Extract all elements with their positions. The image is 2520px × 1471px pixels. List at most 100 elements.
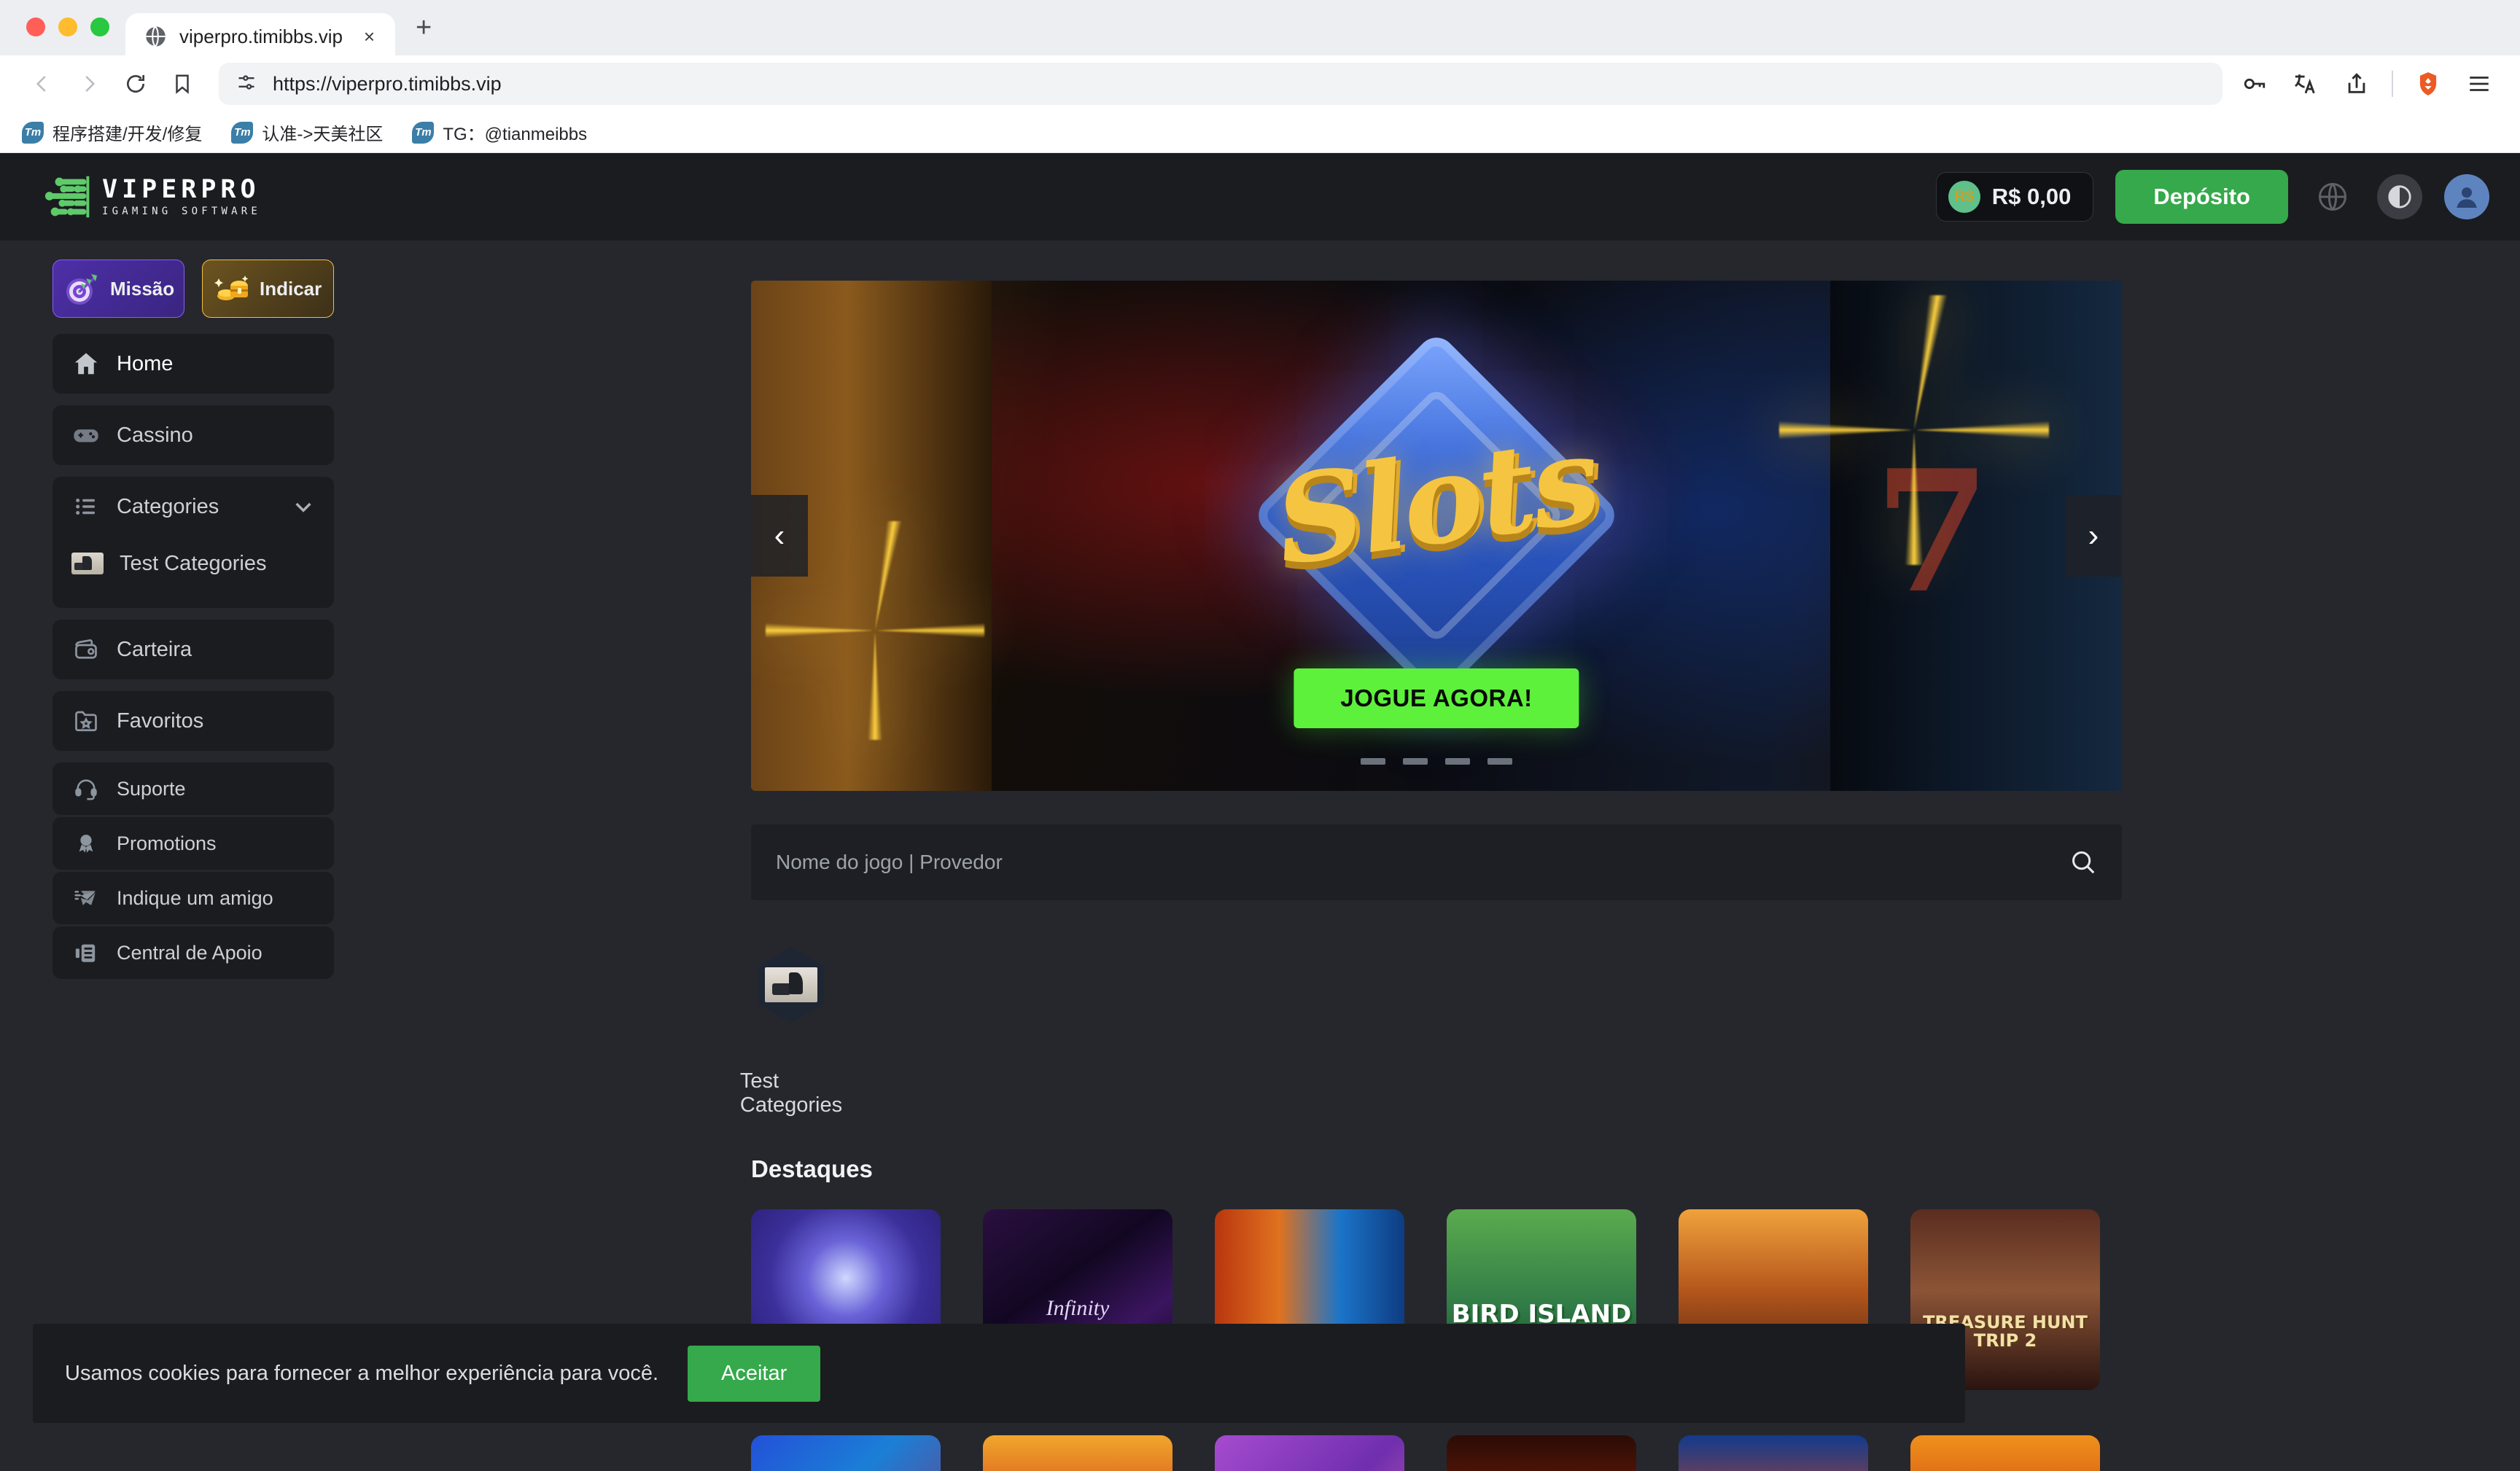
game-card[interactable]: RETURN — [1910, 1435, 2100, 1471]
theme-toggle-icon[interactable] — [2377, 174, 2422, 219]
logo-wordmark: VIPERPRO — [102, 174, 260, 204]
jogue-agora-button[interactable]: JOGUE AGORA! — [1294, 668, 1579, 728]
carousel-dot[interactable] — [1403, 758, 1428, 765]
sidebar-item-suporte[interactable]: Suporte — [52, 762, 334, 815]
maximize-window-button[interactable] — [90, 17, 109, 36]
carousel-next-button[interactable]: › — [2065, 495, 2122, 577]
sidebar-item-test-categories[interactable]: Test Categories — [71, 541, 315, 586]
balance-pill[interactable]: R$ R$ 0,00 — [1935, 172, 2094, 222]
game-card[interactable]: CAI SHEN DAO — [983, 1435, 1172, 1471]
site-settings-icon[interactable] — [236, 72, 257, 96]
search-input[interactable] — [776, 851, 2069, 874]
share-icon[interactable] — [2341, 68, 2373, 100]
categories-accordion: Categories Test Categories — [52, 477, 334, 608]
carousel-dot[interactable] — [1361, 758, 1385, 765]
treasure-chest-icon — [211, 268, 252, 309]
user-avatar-icon[interactable] — [2444, 174, 2489, 219]
sidebar-item-label: Test Categories — [120, 551, 267, 575]
globe-icon[interactable] — [2310, 174, 2355, 219]
bookmark-favicon-icon: Tm — [231, 121, 254, 144]
envelope-send-icon — [71, 883, 101, 913]
header-actions: R$ R$ 0,00 Depósito — [1935, 170, 2489, 224]
mission-button[interactable]: Missão — [52, 260, 184, 318]
star-burst-icon — [1779, 295, 2049, 565]
category-thumbnail-icon — [71, 553, 104, 574]
sidebar-item-label: Promotions — [117, 832, 217, 854]
wallet-icon — [71, 635, 101, 664]
search-icon[interactable] — [2069, 848, 2097, 876]
sidebar-item-label: Carteira — [117, 637, 192, 661]
list-icon — [71, 492, 101, 521]
game-card[interactable]: ULTRA BURN — [1447, 1435, 1636, 1471]
forward-icon[interactable] — [69, 63, 109, 104]
currency-coin-icon: R$ — [1948, 181, 1980, 213]
game-card[interactable] — [751, 1435, 941, 1471]
game-search-bar[interactable] — [751, 824, 2122, 900]
category-hex-badge — [758, 947, 824, 1023]
bookmark-item[interactable]: Tm TG：@tianmeibbs — [412, 120, 587, 145]
bookmark-favicon-icon: Tm — [412, 121, 435, 144]
sidebar-group-categories: Categories Test Categories — [29, 477, 357, 608]
hamburger-menu-icon[interactable] — [2463, 68, 2495, 100]
globe-icon — [144, 26, 166, 47]
browser-tab[interactable]: viperpro.timibbs.vip × — [125, 13, 395, 60]
page-viewport: VIPERPRO IGAMING SOFTWARE R$ R$ 0,00 Dep… — [0, 153, 2520, 1471]
sidebar-item-label: Categories — [117, 494, 219, 518]
bookmark-item[interactable]: Tm 认准->天美社区 — [231, 120, 383, 145]
home-icon — [71, 349, 101, 378]
toolbar-actions — [2239, 68, 2501, 100]
back-icon[interactable] — [22, 63, 63, 104]
password-key-icon[interactable] — [2239, 68, 2271, 100]
toolbar-divider — [2392, 71, 2393, 97]
categories-children: Test Categories — [52, 536, 334, 608]
sidebar-item-cassino[interactable]: Cassino — [52, 405, 334, 465]
chevron-down-icon[interactable] — [292, 495, 315, 518]
bookmark-item[interactable]: Tm 程序搭建/开发/修复 — [22, 120, 202, 145]
sidebar-item-favoritos[interactable]: Favoritos — [52, 691, 334, 751]
carousel-prev-button[interactable]: ‹ — [751, 495, 808, 577]
sidebar-group-support: Suporte Promotions Indique um amigo Cent… — [29, 762, 357, 981]
game-card[interactable] — [1215, 1435, 1404, 1471]
folder-star-icon — [71, 706, 101, 736]
site-logo[interactable]: VIPERPRO IGAMING SOFTWARE — [42, 174, 261, 219]
indicar-label: Indicar — [260, 277, 322, 300]
deposit-button[interactable]: Depósito — [2115, 170, 2288, 224]
sidebar-item-categories[interactable]: Categories — [52, 477, 334, 536]
target-dart-icon — [62, 268, 103, 309]
bookmark-label: TG：@tianmeibbs — [443, 125, 588, 144]
sidebar-item-central-de-apoio[interactable]: Central de Apoio — [52, 926, 334, 979]
category-name: Test Categories — [739, 1069, 843, 1117]
indicar-button[interactable]: Indicar — [202, 260, 334, 318]
sidebar-group-primary: Home — [29, 334, 357, 394]
category-thumbnail-icon — [765, 967, 817, 1002]
sidebar-item-label: Indique um amigo — [117, 886, 273, 909]
sidebar-item-home[interactable]: Home — [52, 334, 334, 394]
sidebar-group-casino: Cassino — [29, 405, 357, 465]
accept-cookies-button[interactable]: Aceitar — [688, 1345, 821, 1402]
destaques-title: Destaques — [751, 1155, 873, 1182]
close-icon[interactable]: × — [359, 26, 379, 48]
sidebar-item-label: Suporte — [117, 777, 186, 800]
carousel-dot[interactable] — [1445, 758, 1470, 765]
new-tab-button[interactable]: + — [416, 12, 432, 55]
carousel-dot[interactable] — [1488, 758, 1512, 765]
hero-carousel[interactable]: 7 Slots JOGUE AGORA! ‹ › — [751, 281, 2122, 791]
address-bar[interactable]: https://viperpro.timibbs.vip — [219, 63, 2222, 105]
translate-icon[interactable] — [2290, 68, 2322, 100]
game-card[interactable]: 777 ULTRA — [1679, 1435, 1868, 1471]
sidebar-item-indique-um-amigo[interactable]: Indique um amigo — [52, 872, 334, 924]
brave-shields-icon[interactable] — [2412, 68, 2444, 100]
bookmark-label: 认准->天美社区 — [262, 125, 384, 144]
reload-icon[interactable] — [115, 63, 156, 104]
minimize-window-button[interactable] — [58, 17, 77, 36]
viperpro-logo-icon — [42, 174, 99, 219]
sidebar-item-label: Cassino — [117, 423, 193, 447]
sidebar-item-promotions[interactable]: Promotions — [52, 817, 334, 870]
close-window-button[interactable] — [26, 17, 45, 36]
sidebar-promos: Missão Indicar — [29, 260, 357, 334]
category-chip-test-categories[interactable]: Test Categories — [740, 947, 842, 1117]
cookie-consent-banner: Usamos cookies para fornecer a melhor ex… — [33, 1324, 1965, 1423]
sidebar-item-carteira[interactable]: Carteira — [52, 620, 334, 679]
browser-toolbar: https://viperpro.timibbs.vip — [0, 55, 2520, 112]
bookmark-icon[interactable] — [162, 63, 203, 104]
